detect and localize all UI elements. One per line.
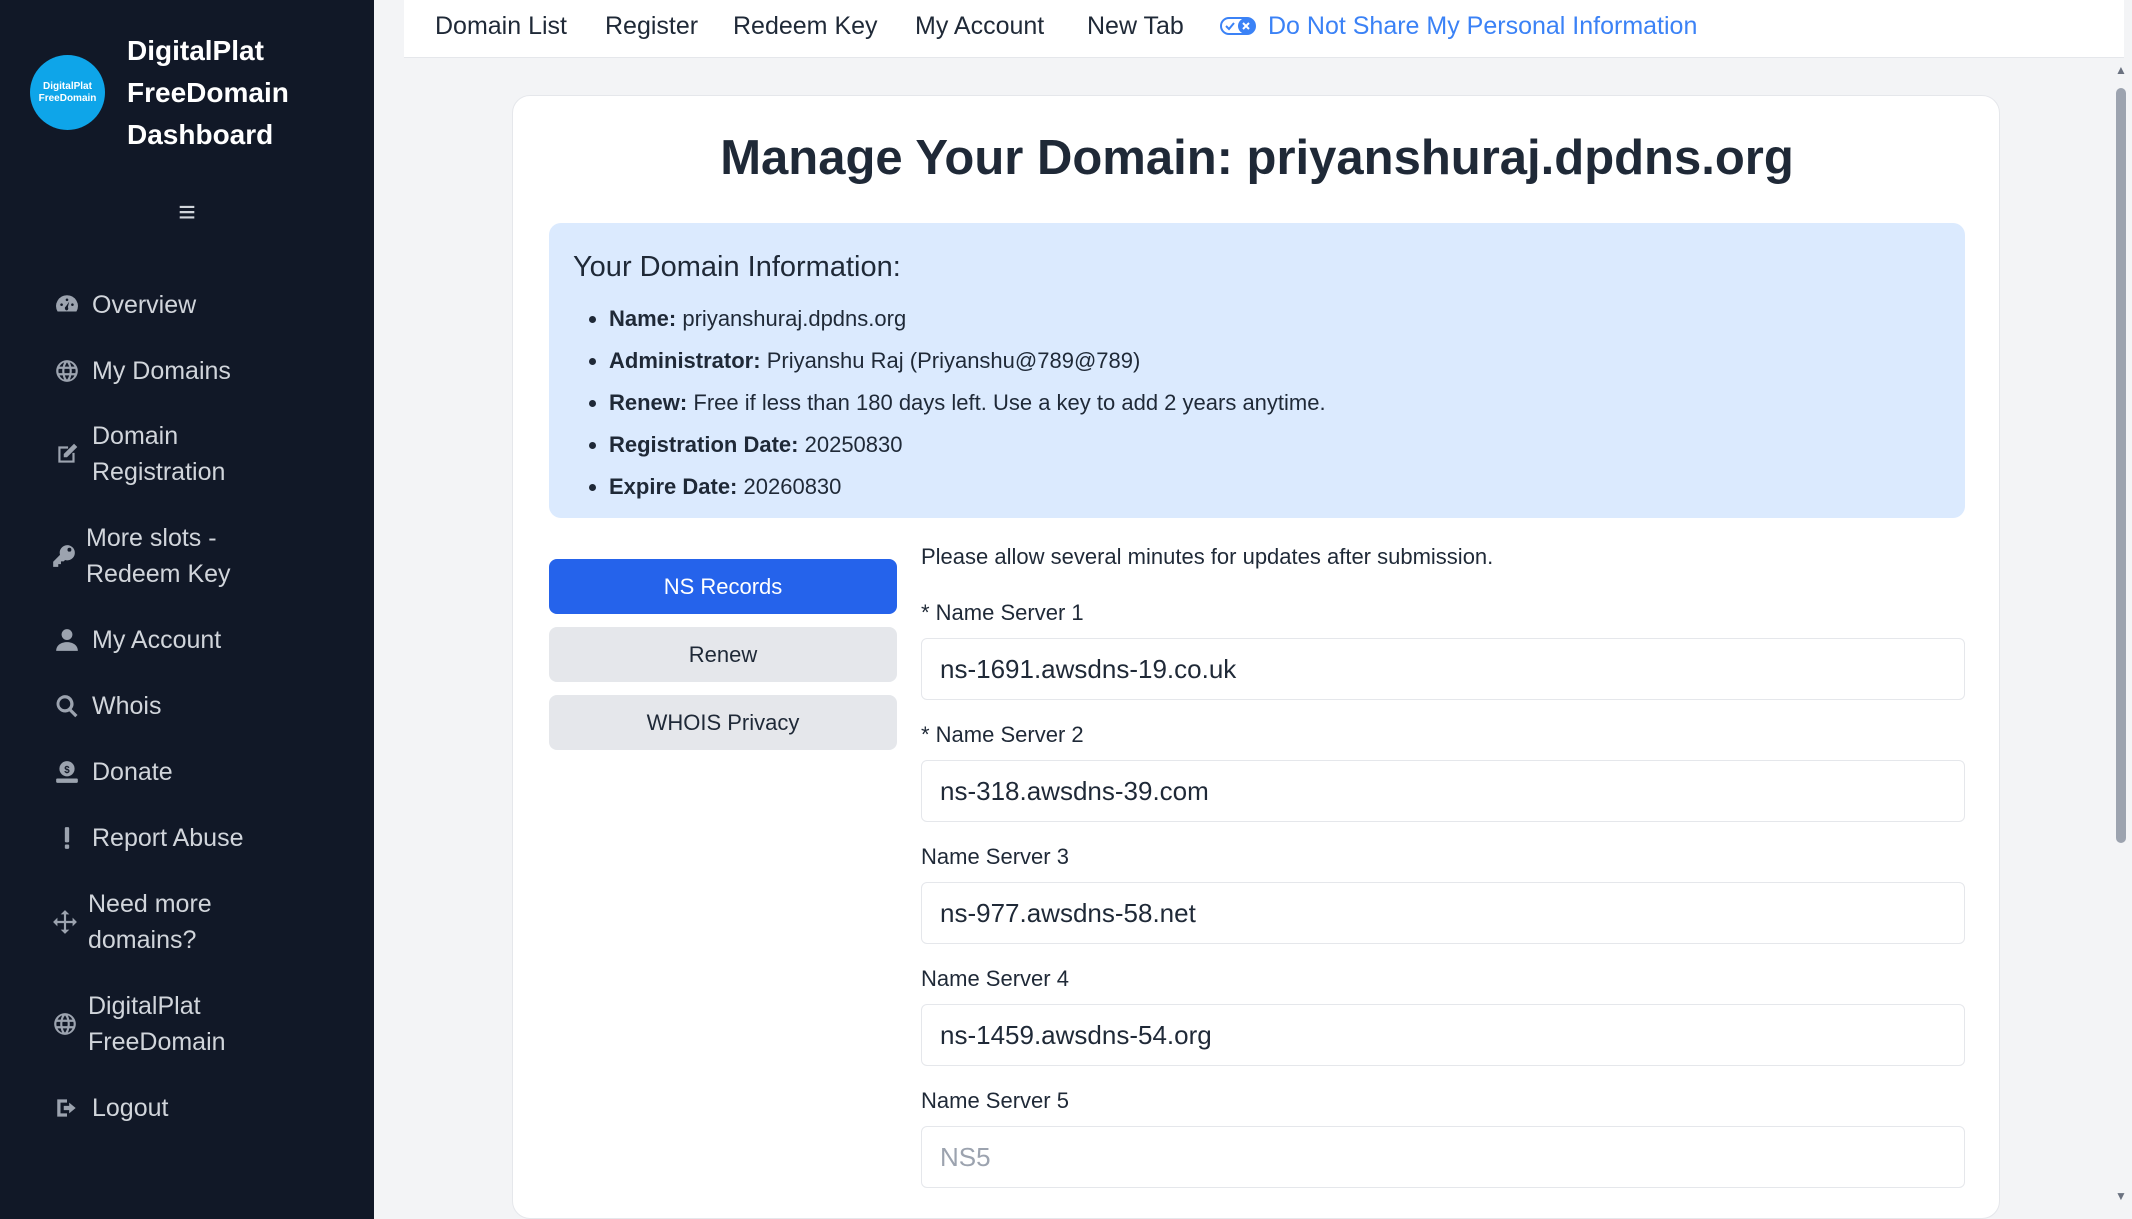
domain-management-card: Manage Your Domain: priyanshuraj.dpdns.o… (512, 95, 2000, 1219)
page-scrollbar[interactable]: ▲ ▼ (2110, 58, 2132, 1219)
page-title: Manage Your Domain: priyanshuraj.dpdns.o… (720, 131, 1794, 185)
sidebar-item-label: More slots - Redeem Key (86, 524, 231, 588)
scroll-down-icon[interactable]: ▼ (2115, 1190, 2127, 1202)
info-value: Free if less than 180 days left. Use a k… (693, 390, 1326, 415)
brand[interactable]: DigitalPlat FreeDomain DigitalPlat FreeD… (30, 30, 360, 160)
nav-link-my-account[interactable]: My Account (915, 10, 1044, 42)
ns1-input[interactable] (921, 638, 1965, 700)
info-item-registration-date: Registration Date: 20250830 (609, 424, 1326, 466)
brand-title-line2: FreeDomain (127, 77, 289, 108)
sidebar-item-label: My Account (92, 626, 222, 654)
scroll-up-icon[interactable]: ▲ (2115, 64, 2127, 76)
info-key: Expire Date: (609, 474, 738, 499)
brand-title-line3: Dashboard (127, 119, 274, 150)
brand-logo: DigitalPlat FreeDomain (30, 55, 105, 130)
tab-ns-records[interactable]: NS Records (549, 559, 897, 614)
tab-whois-privacy[interactable]: WHOIS Privacy (549, 695, 897, 750)
privacy-label: Do Not Share My Personal Information (1268, 12, 1698, 40)
sidebar-item-logout[interactable]: Logout (50, 1090, 350, 1126)
sidebar-item-overview[interactable]: Overview (50, 287, 350, 323)
globe-icon (50, 1011, 80, 1037)
sidebar-item-digitalplat-freedomain[interactable]: DigitalPlat FreeDomain (50, 988, 350, 1060)
info-list: Name: priyanshuraj.dpdns.org Administrat… (609, 298, 1326, 508)
ns5-input[interactable] (921, 1126, 1965, 1188)
ns1-label: * Name Server 1 (921, 600, 1084, 625)
info-value: 20250830 (804, 432, 903, 457)
nav-link-register[interactable]: Register (605, 10, 698, 42)
info-title: Your Domain Information: (573, 251, 901, 283)
info-item-name: Name: priyanshuraj.dpdns.org (609, 298, 1326, 340)
globe-icon (50, 358, 84, 384)
info-item-administrator: Administrator: Priyanshu Raj (Priyanshu@… (609, 340, 1326, 382)
donate-icon: $ (50, 759, 84, 785)
sidebar-item-report-abuse[interactable]: Report Abuse (50, 820, 350, 856)
user-icon (50, 627, 84, 653)
info-item-renew: Renew: Free if less than 180 days left. … (609, 382, 1326, 424)
logout-icon (50, 1095, 84, 1121)
sidebar-item-label: Logout (92, 1094, 169, 1122)
sidebar-item-label: Overview (92, 291, 197, 319)
arrows-icon (50, 909, 80, 935)
menu-toggle-icon[interactable]: ≡ (172, 198, 202, 228)
nav-link-domain-list[interactable]: Domain List (435, 10, 567, 42)
info-item-expire-date: Expire Date: 20260830 (609, 466, 1326, 508)
svg-text:$: $ (64, 765, 70, 776)
ns4-input[interactable] (921, 1004, 1965, 1066)
sidebar-item-need-more-domains[interactable]: Need more domains? (50, 886, 350, 958)
brand-title: DigitalPlat FreeDomain Dashboard (127, 30, 367, 156)
sidebar-item-redeem-key[interactable]: More slots - Redeem Key (50, 520, 350, 592)
nav-link-redeem-key[interactable]: Redeem Key (733, 10, 878, 42)
sidebar-item-label: Donate (92, 758, 173, 786)
dashboard-icon (50, 292, 84, 318)
ns4-label: Name Server 4 (921, 966, 1069, 991)
sidebar-item-donate[interactable]: $ Donate (50, 754, 350, 790)
nav-link-new-tab[interactable]: New Tab (1087, 10, 1184, 42)
sidebar-item-whois[interactable]: Whois (50, 688, 350, 724)
logo-text-line2: FreeDomain (38, 92, 97, 104)
ns2-input[interactable] (921, 760, 1965, 822)
info-key: Name: (609, 306, 677, 331)
sidebar-item-label: My Domains (92, 357, 231, 385)
domain-info-box: Your Domain Information: Name: priyanshu… (549, 223, 1965, 518)
edit-icon (50, 441, 84, 467)
info-value: 20260830 (743, 474, 842, 499)
info-value: priyanshuraj.dpdns.org (682, 306, 907, 331)
info-key: Renew: (609, 390, 688, 415)
update-note: Please allow several minutes for updates… (921, 544, 1494, 569)
top-nav-bar: Domain List Register Redeem Key My Accou… (404, 0, 2124, 58)
sidebar-item-label: DigitalPlat FreeDomain (88, 992, 226, 1056)
ns2-label: * Name Server 2 (921, 722, 1084, 747)
ns5-label: Name Server 5 (921, 1088, 1069, 1113)
sidebar-item-my-domains[interactable]: My Domains (50, 353, 350, 389)
scrollbar-thumb[interactable] (2116, 88, 2126, 843)
logo-text-line1: DigitalPlat (43, 80, 92, 92)
sidebar-item-label: Domain Registration (92, 422, 226, 486)
ns3-input[interactable] (921, 882, 1965, 944)
ns3-label: Name Server 3 (921, 844, 1069, 869)
key-icon (50, 543, 78, 569)
sidebar-item-domain-registration[interactable]: Domain Registration (50, 418, 350, 490)
sidebar-item-label: Need more domains? (88, 890, 212, 954)
info-key: Administrator: (609, 348, 761, 373)
exclamation-icon (50, 825, 84, 851)
search-icon (50, 693, 84, 719)
brand-title-line1: DigitalPlat (127, 35, 264, 66)
info-key: Registration Date: (609, 432, 799, 457)
sidebar-item-my-account[interactable]: My Account (50, 622, 350, 658)
sidebar: DigitalPlat FreeDomain DigitalPlat FreeD… (0, 0, 374, 1219)
privacy-toggle-icon (1220, 17, 1256, 35)
sidebar-item-label: Report Abuse (92, 824, 244, 852)
privacy-choices-link[interactable]: Do Not Share My Personal Information (1220, 10, 1697, 42)
tab-renew[interactable]: Renew (549, 627, 897, 682)
info-value: Priyanshu Raj (Priyanshu@789@789) (766, 348, 1141, 373)
sidebar-item-label: Whois (92, 692, 162, 720)
